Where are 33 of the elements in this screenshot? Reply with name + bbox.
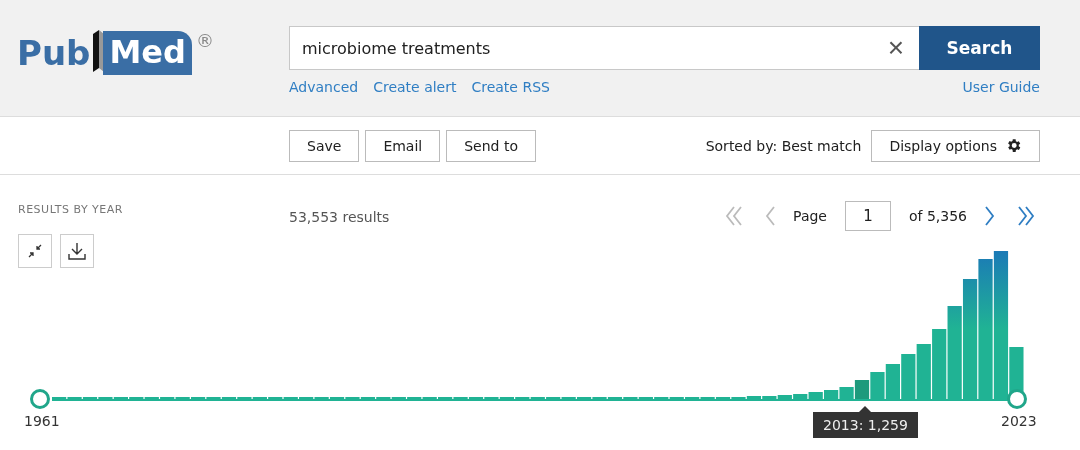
collapse-arrows-icon xyxy=(27,243,43,259)
tooltip: 2013: 1,259 xyxy=(813,406,918,438)
results-count: 53,553 results xyxy=(289,209,390,225)
search-field[interactable]: microbiome treatments xyxy=(289,26,873,70)
download-button[interactable] xyxy=(60,234,94,268)
end-year-label: 2023 xyxy=(1001,413,1037,429)
start-year-label: 1961 xyxy=(24,413,60,429)
sort-label: Sorted by: Best match xyxy=(705,137,862,154)
range-start-handle[interactable] xyxy=(30,389,50,409)
display-options-button[interactable]: Display options xyxy=(871,129,1040,162)
search-link[interactable]: Create RSS xyxy=(471,79,550,95)
section-heading: RESULTS BY YEAR xyxy=(18,203,124,216)
action-button[interactable]: Send to xyxy=(446,129,536,162)
pubmed-logo[interactable]: Pub Med ® xyxy=(17,30,214,76)
double-chevron-right-icon xyxy=(1016,205,1036,227)
download-icon xyxy=(67,241,87,261)
search-link[interactable]: Create alert xyxy=(373,79,457,95)
tooltip-pointer-icon xyxy=(859,406,872,412)
user-guide-link[interactable]: User Guide xyxy=(962,79,1040,95)
double-chevron-left-icon xyxy=(724,205,745,227)
settings-icon xyxy=(1005,137,1022,154)
chevron-right-icon xyxy=(983,205,996,227)
search-button[interactable]: Search xyxy=(919,26,1040,70)
collapse-button[interactable] xyxy=(18,234,52,268)
search-link[interactable]: Advanced xyxy=(289,79,359,95)
page-label: Page xyxy=(793,208,827,224)
page-total: of 5,356 xyxy=(908,208,967,224)
action-button[interactable]: Save xyxy=(289,129,360,162)
chevron-left-icon xyxy=(764,205,778,227)
action-button[interactable]: Email xyxy=(365,129,441,162)
range-end-handle[interactable] xyxy=(1007,389,1027,409)
page-number-field[interactable]: 1 xyxy=(844,201,891,231)
clear-button[interactable]: × xyxy=(873,26,919,70)
